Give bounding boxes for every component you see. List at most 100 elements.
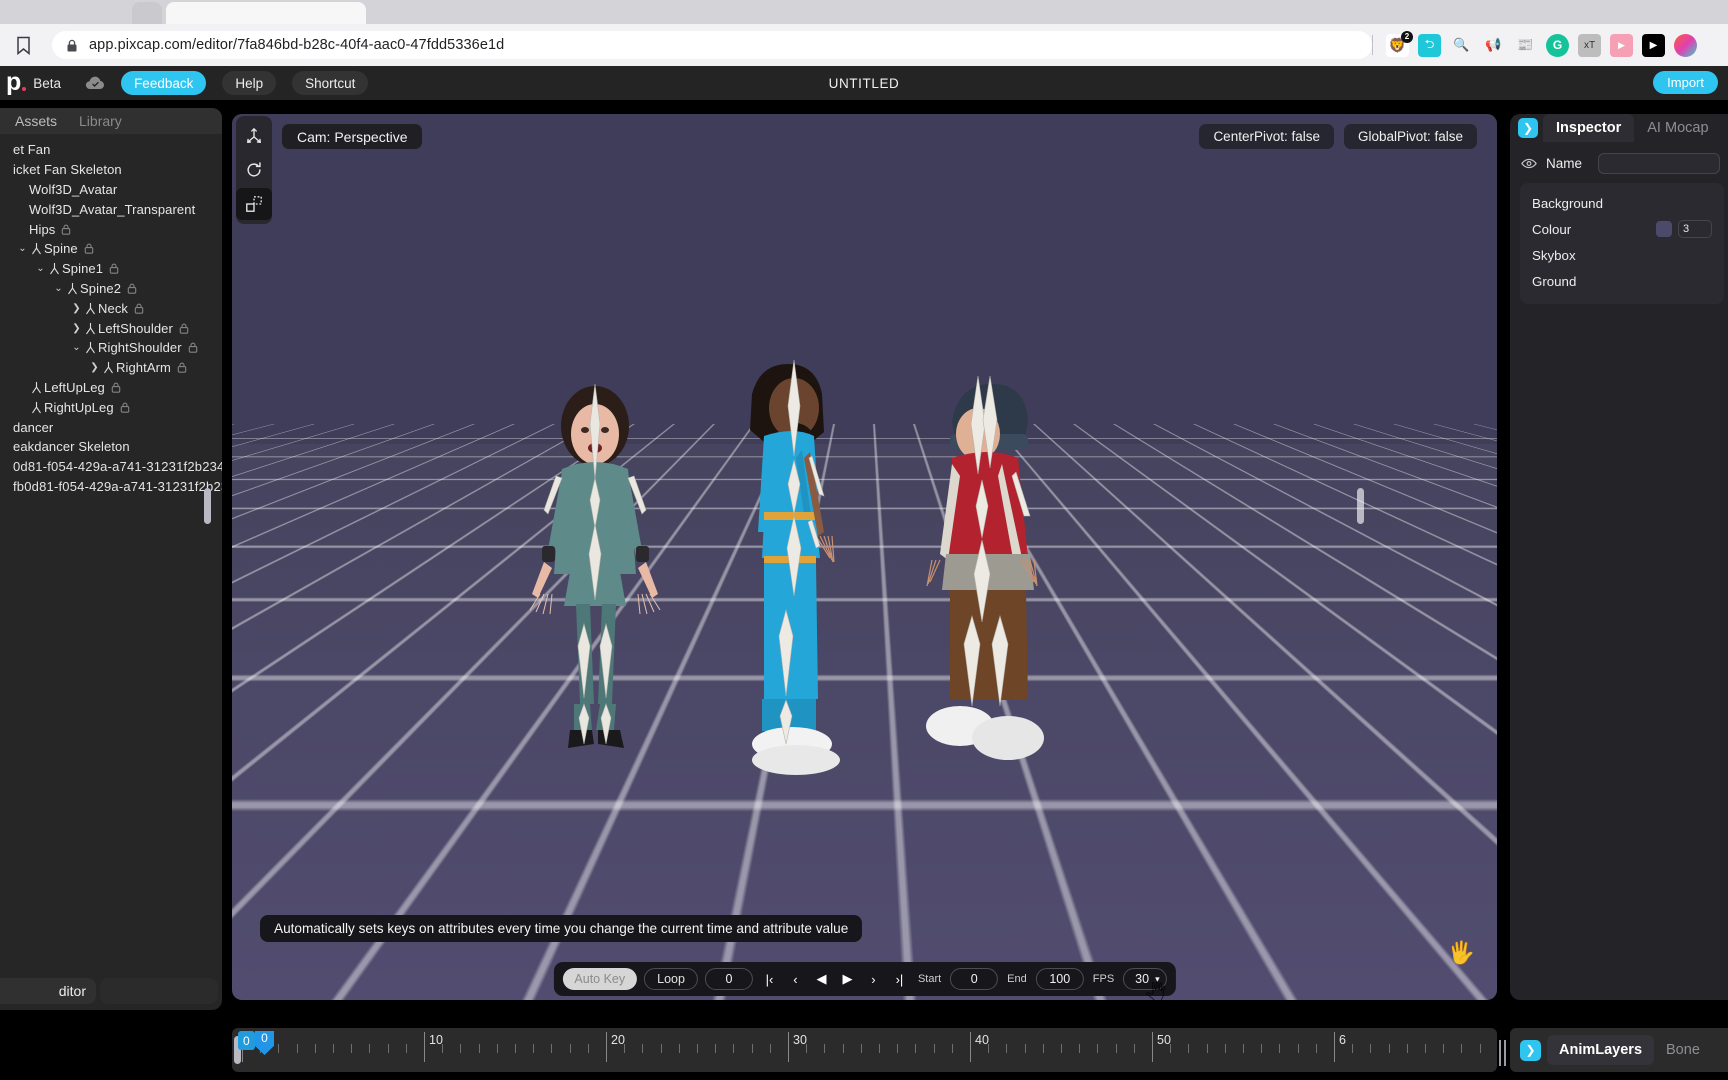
lock-icon[interactable] xyxy=(177,362,187,373)
left-panel-resize-handle[interactable] xyxy=(204,488,211,524)
color-wheel-icon[interactable] xyxy=(1674,33,1697,57)
end-frame-input[interactable]: 100 xyxy=(1035,968,1084,990)
tree-item-rightarm[interactable]: ❯ RightArm xyxy=(0,358,222,378)
loop-button[interactable]: Loop xyxy=(644,968,698,990)
jump-to-end-icon[interactable]: ›| xyxy=(890,968,909,990)
eye-icon[interactable] xyxy=(1518,152,1540,174)
feedback-button[interactable]: Feedback xyxy=(121,71,207,95)
tree-item-spine1[interactable]: ⌄ Spine1 xyxy=(0,259,222,279)
tab-bone[interactable]: Bone xyxy=(1654,1028,1712,1072)
bone-icon xyxy=(83,322,98,335)
chevron-right-icon[interactable]: ❯ xyxy=(88,362,101,373)
tree-item-dancer[interactable]: dancer xyxy=(0,417,222,437)
rss-reader-icon[interactable]: 📰 xyxy=(1514,34,1537,57)
playhead-label[interactable]: 0 xyxy=(238,1031,255,1050)
tree-item-hips[interactable]: Hips xyxy=(0,219,222,239)
pixcap-logo[interactable]: p Beta xyxy=(6,69,61,96)
tree-item-icket-fan-skeleton[interactable]: icket Fan Skeleton xyxy=(0,160,222,180)
tree-item-rightshoulder[interactable]: ⌄ RightShoulder xyxy=(0,338,222,358)
lock-icon[interactable] xyxy=(179,323,189,334)
timeline-minor-tick xyxy=(1297,1044,1299,1053)
text-tool-icon[interactable]: xT xyxy=(1578,33,1601,57)
tree-item-rightupleg[interactable]: RightUpLeg xyxy=(0,397,222,417)
right-panel-resize-handle[interactable] xyxy=(1357,488,1364,524)
play-icon[interactable]: ▶ xyxy=(838,968,857,990)
timeline-ruler[interactable]: 010203040506 0 0 xyxy=(232,1028,1497,1072)
timeline-minor-tick xyxy=(915,1044,917,1053)
tab-library[interactable]: Library xyxy=(68,113,133,129)
lock-icon[interactable] xyxy=(127,283,137,294)
shortcut-button[interactable]: Shortcut xyxy=(292,71,369,95)
tab-animlayers[interactable]: AnimLayers xyxy=(1547,1035,1655,1065)
auto-key-button[interactable]: Auto Key xyxy=(562,968,638,990)
chevron-down-icon[interactable]: ⌄ xyxy=(52,283,65,294)
start-frame-input[interactable]: 0 xyxy=(950,968,999,990)
tree-item-0d81-f054-429a-a741-31231f2b234d[interactable]: 0d81-f054-429a-a741-31231f2b234d xyxy=(0,457,222,477)
global-pivot-toggle[interactable]: GlobalPivot: false xyxy=(1343,124,1477,149)
chevron-right-icon[interactable]: ❯ xyxy=(70,303,83,314)
expand-panel-icon[interactable]: ❯ xyxy=(1520,1039,1541,1061)
tree-item-leftupleg[interactable]: LeftUpLeg xyxy=(0,378,222,398)
chevron-down-icon[interactable]: ⌄ xyxy=(16,243,29,254)
search-icon[interactable]: 🔍 xyxy=(1450,34,1473,57)
character-avatar-3[interactable] xyxy=(916,376,1051,776)
tab-inspector[interactable]: Inspector xyxy=(1543,114,1635,142)
tree-item-eakdancer-skeleton[interactable]: eakdancer Skeleton xyxy=(0,437,222,457)
ground-row[interactable]: Ground xyxy=(1520,268,1724,294)
tree-item-leftshoulder[interactable]: ❯ LeftShoulder xyxy=(0,318,222,338)
center-pivot-toggle[interactable]: CenterPivot: false xyxy=(1199,124,1334,149)
grammarly-icon[interactable]: G xyxy=(1546,33,1569,57)
bookmark-icon[interactable] xyxy=(12,34,34,56)
current-frame-input[interactable]: 0 xyxy=(704,968,753,990)
skybox-row[interactable]: Skybox xyxy=(1520,242,1724,268)
lock-icon[interactable] xyxy=(109,263,119,274)
tree-item-neck[interactable]: ❯ Neck xyxy=(0,298,222,318)
tree-item-fb0d81-f054-429a-a741-31231f2b234[interactable]: fb0d81-f054-429a-a741-31231f2b234 xyxy=(0,477,222,497)
rotate-tool-icon[interactable] xyxy=(236,154,272,186)
lock-icon[interactable] xyxy=(84,243,94,255)
browser-tab-active[interactable] xyxy=(166,2,366,24)
brave-shields-icon[interactable]: 🦁 2 xyxy=(1386,30,1413,57)
scale-tool-icon[interactable] xyxy=(236,188,272,220)
tab-assets[interactable]: Assets xyxy=(4,113,68,129)
tab-manager-icon[interactable]: ⮌ xyxy=(1418,33,1441,57)
megaphone-icon[interactable]: 📢 xyxy=(1482,34,1505,57)
browser-tab-inactive[interactable] xyxy=(132,2,162,24)
lock-icon[interactable] xyxy=(134,303,144,314)
move-tool-icon[interactable] xyxy=(236,120,272,152)
chevron-down-icon[interactable]: ⌄ xyxy=(70,342,83,353)
tree-item-et-fan[interactable]: et Fan xyxy=(0,140,222,160)
play-icon[interactable]: ▶ xyxy=(1642,33,1665,57)
lock-icon[interactable] xyxy=(111,382,121,393)
character-avatar-2[interactable] xyxy=(724,360,854,776)
tree-item-spine2[interactable]: ⌄ Spine2 xyxy=(0,279,222,299)
timeline-scroll-grip-2[interactable] xyxy=(1499,1040,1501,1066)
colour-hex-input[interactable]: 3 xyxy=(1678,220,1712,238)
chevron-down-icon[interactable]: ⌄ xyxy=(34,263,47,274)
tree-item-wolf3d-avatar-transparent[interactable]: Wolf3D_Avatar_Transparent xyxy=(0,199,222,219)
import-button[interactable]: Import xyxy=(1653,71,1718,94)
lock-icon[interactable] xyxy=(188,342,198,354)
play-reverse-icon[interactable]: ◀ xyxy=(812,968,831,990)
timeline-scroll-grip[interactable] xyxy=(1504,1040,1506,1066)
collapse-panel-icon[interactable]: ❯ xyxy=(1518,118,1538,138)
tree-item-wolf3d-avatar[interactable]: Wolf3D_Avatar xyxy=(0,180,222,200)
video-downloader-icon[interactable]: ▶ xyxy=(1610,33,1633,57)
help-button[interactable]: Help xyxy=(222,71,277,95)
step-back-icon[interactable]: ‹ xyxy=(786,968,805,990)
jump-to-start-icon[interactable]: |‹ xyxy=(760,968,779,990)
colour-swatch[interactable] xyxy=(1656,221,1672,237)
end-label: End xyxy=(1007,973,1027,985)
address-bar[interactable]: app.pixcap.com/editor/7fa846bd-b28c-40f4… xyxy=(52,31,1372,59)
name-input[interactable] xyxy=(1598,152,1720,174)
lock-icon[interactable] xyxy=(61,224,71,235)
chevron-right-icon[interactable]: ❯ xyxy=(70,323,83,334)
tab-ai-mocap[interactable]: AI Mocap xyxy=(1634,114,1721,142)
step-forward-icon[interactable]: › xyxy=(864,968,883,990)
tab-editor[interactable]: ditor xyxy=(0,978,96,1004)
camera-mode-button[interactable]: Cam: Perspective xyxy=(282,124,423,149)
3d-viewport[interactable]: Cam: Perspective CenterPivot: false Glob… xyxy=(232,114,1497,1000)
tree-item-spine[interactable]: ⌄ Spine xyxy=(0,239,222,259)
lock-icon[interactable] xyxy=(120,402,130,413)
character-avatar-1[interactable] xyxy=(500,374,690,774)
